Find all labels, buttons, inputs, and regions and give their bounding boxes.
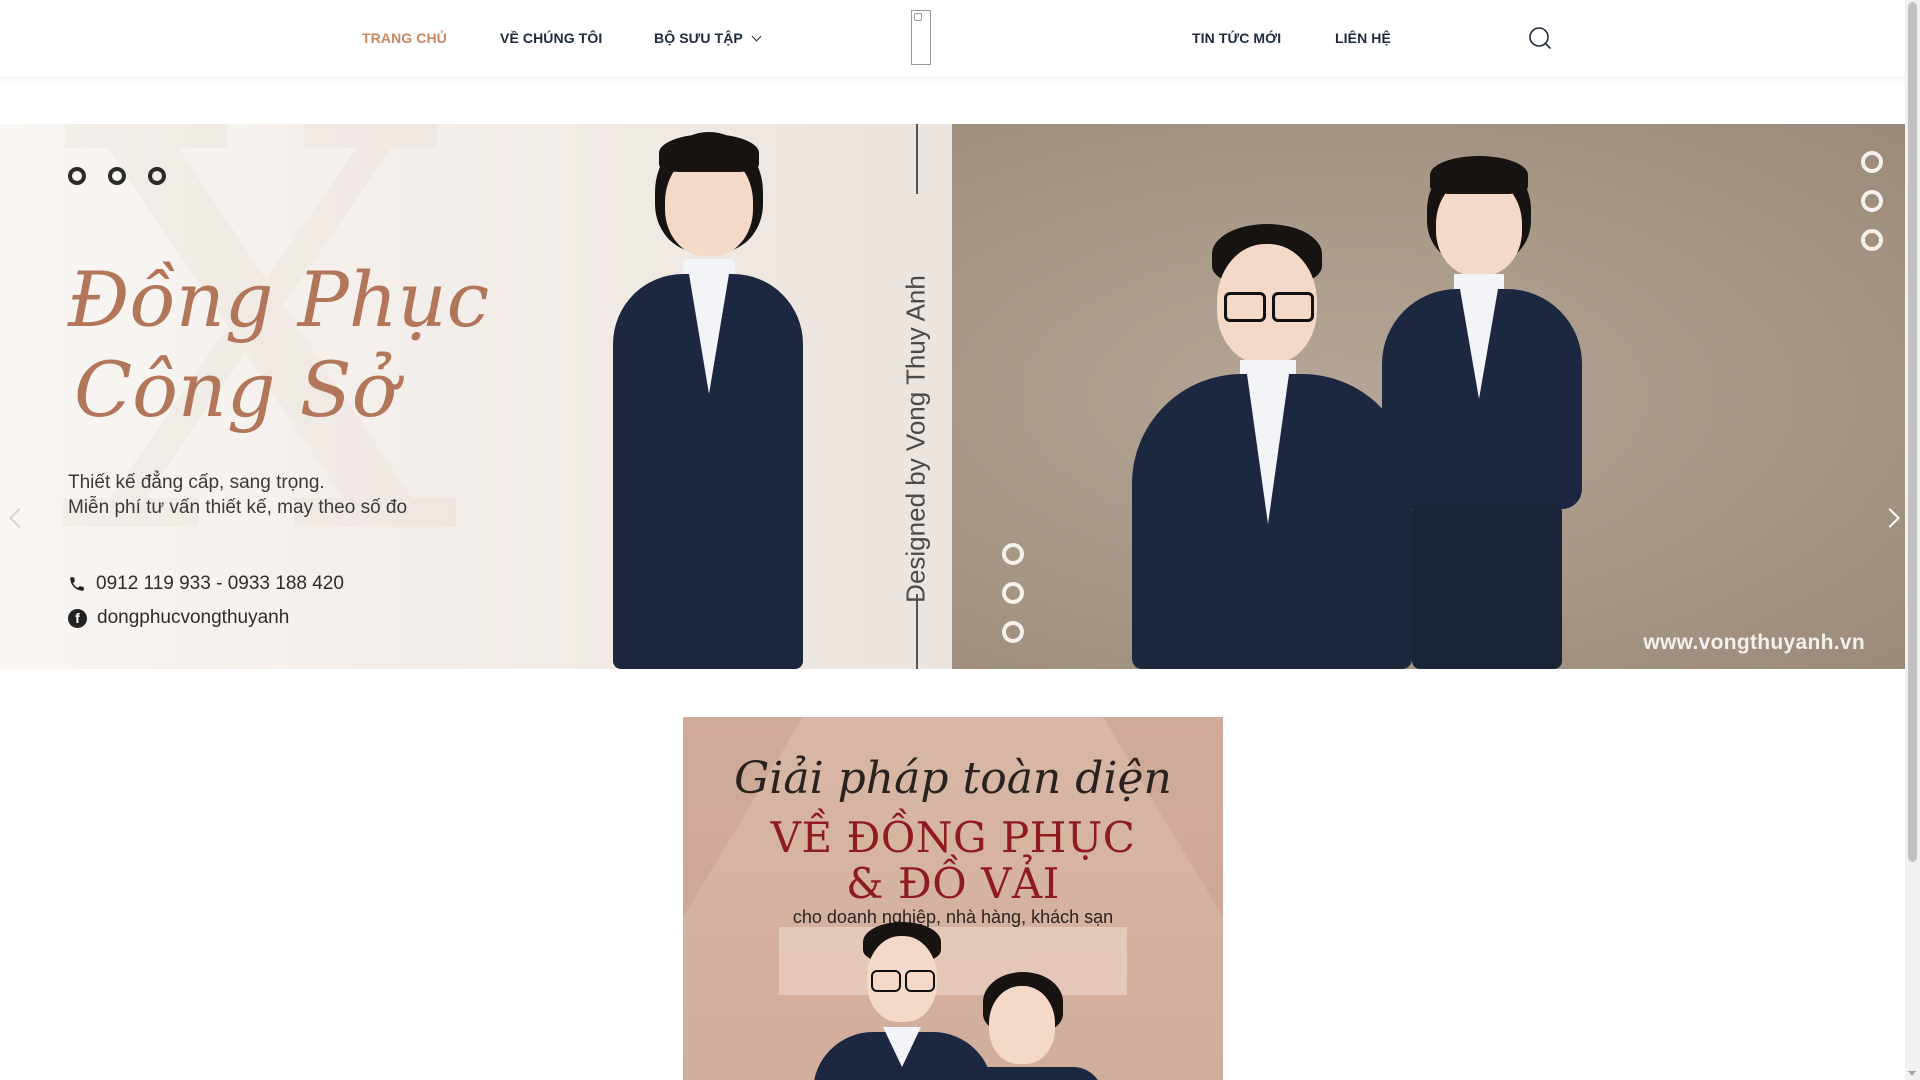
decor-dot bbox=[1002, 621, 1024, 643]
hero-vertical-text: Designed by Vong Thuy Anh bbox=[901, 275, 931, 603]
hero-right-panel: www.vongthuyanh.vn bbox=[952, 124, 1905, 669]
nav-item-collection-label: BỘ SƯU TẬP bbox=[654, 30, 743, 46]
search-icon[interactable] bbox=[1528, 26, 1552, 50]
promo-banner[interactable]: Giải pháp toàn diện VỀ ĐỒNG PHỤC & ĐỒ VẢ… bbox=[683, 717, 1223, 1080]
chevron-down-icon bbox=[751, 31, 762, 42]
hero-tagline-2: Miễn phí tư vấn thiết kế, may theo số đo bbox=[68, 497, 408, 518]
decor-dot bbox=[1861, 190, 1883, 212]
divider-line bbox=[916, 594, 918, 669]
phone-icon bbox=[70, 577, 84, 591]
hero-website: www.vongthuyanh.vn bbox=[1643, 631, 1865, 654]
broken-image-icon bbox=[914, 13, 922, 21]
vertical-scrollbar[interactable] bbox=[1905, 0, 1920, 1080]
nav-item-about[interactable]: VỀ CHÚNG TÔI bbox=[500, 30, 602, 46]
site-header: TRANG CHỦ VỀ CHÚNG TÔI BỘ SƯU TẬP TIN TỨ… bbox=[0, 0, 1905, 76]
divider-line bbox=[916, 124, 918, 194]
decor-dot bbox=[1002, 582, 1024, 604]
facebook-icon: f bbox=[68, 608, 87, 628]
hero-vertical-text-label: Designed by Vong Thuy Anh bbox=[900, 275, 931, 603]
nav-item-contact[interactable]: LIÊN HỆ bbox=[1335, 30, 1391, 46]
decor-dot bbox=[108, 167, 126, 185]
hero-phone: 0912 119 933 - 0933 188 420 bbox=[68, 573, 344, 595]
page: TRANG CHỦ VỀ CHÚNG TÔI BỘ SƯU TẬP TIN TỨ… bbox=[0, 0, 1905, 1080]
decor-dot bbox=[68, 167, 86, 185]
logo[interactable] bbox=[911, 10, 931, 65]
hero-phone-text: 0912 119 933 - 0933 188 420 bbox=[96, 573, 344, 594]
hero-title-line2: Công Sở bbox=[74, 345, 398, 434]
nav-item-collection[interactable]: BỘ SƯU TẬP bbox=[654, 30, 762, 46]
scroll-down-icon[interactable] bbox=[1908, 1071, 1916, 1076]
banner-title-line1: VỀ ĐỒNG PHỤC bbox=[770, 813, 1136, 862]
hero-tagline-1: Thiết kế đẳng cấp, sang trọng. bbox=[68, 472, 325, 493]
hero-facebook: f dongphucvongthuyanh bbox=[68, 607, 289, 629]
decor-dot bbox=[148, 167, 166, 185]
banner-title-line2: & ĐỒ VẢI bbox=[846, 859, 1060, 908]
hero-slider[interactable]: X Đồng Phục Công Sở Thiết kế đẳng cấp, s… bbox=[0, 124, 1905, 669]
nav-item-home[interactable]: TRANG CHỦ bbox=[362, 30, 447, 46]
decor-dot bbox=[1002, 543, 1024, 565]
hero-facebook-text: dongphucvongthuyanh bbox=[97, 607, 290, 628]
scrollbar-thumb[interactable] bbox=[1908, 2, 1917, 862]
decor-dot bbox=[1861, 151, 1883, 173]
decor-dot bbox=[1861, 229, 1883, 251]
hero-title-line1: Đồng Phục bbox=[68, 255, 490, 344]
banner-subtitle: cho doanh nghiệp, nhà hàng, khách sạn bbox=[792, 907, 1114, 927]
banner-band bbox=[779, 927, 1127, 995]
hero-left-panel: X Đồng Phục Công Sở Thiết kế đẳng cấp, s… bbox=[0, 124, 952, 669]
banner-script-text: Giải pháp toàn diện bbox=[734, 753, 1172, 804]
nav-item-news[interactable]: TIN TỨC MỚI bbox=[1192, 30, 1281, 46]
